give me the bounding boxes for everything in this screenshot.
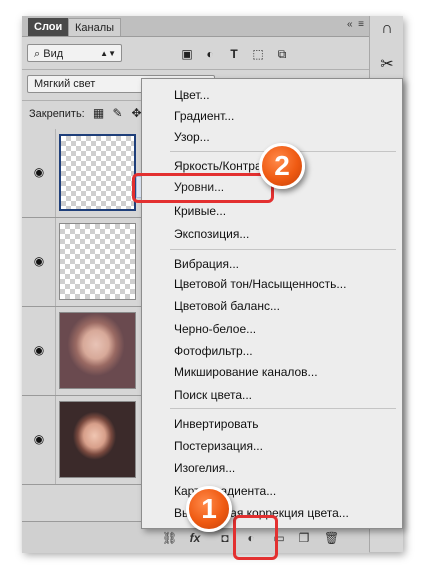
adjustment-button-callout-box <box>233 515 278 560</box>
menu-item-threshold[interactable]: Изогелия... <box>174 461 235 475</box>
panel-tabs: Слои Каналы « ≡ <box>22 16 369 37</box>
smart-object-filter-icon[interactable]: ⧉ <box>275 47 289 61</box>
filter-kind-label: Вид <box>43 48 64 60</box>
menu-item-color-lookup[interactable]: Поиск цвета... <box>174 388 252 402</box>
filter-kind-select[interactable]: ⌕ Вид ▲▼ <box>27 44 122 62</box>
menu-item-pattern[interactable]: Узор... <box>174 130 210 144</box>
trash-icon[interactable]: 🗑 <box>324 531 339 545</box>
layer-thumbnail-photo <box>59 401 136 478</box>
lock-paint-brush-icon[interactable]: ✎ <box>111 107 124 120</box>
levels-callout-box <box>132 173 274 203</box>
menu-item-curves[interactable]: Кривые... <box>174 204 226 218</box>
link-layers-icon[interactable]: ⛓ <box>162 531 177 545</box>
layer-mask-icon[interactable]: ◘ <box>218 531 232 545</box>
type-filter-icon[interactable]: T <box>227 47 241 61</box>
shape-filter-icon[interactable]: ⬚ <box>251 47 265 61</box>
tools-cross-icon[interactable]: ✂ <box>375 54 399 76</box>
tab-channels[interactable]: Каналы <box>68 18 122 36</box>
stepper-icon: ▲▼ <box>100 49 116 58</box>
menu-item-gradient[interactable]: Градиент... <box>174 109 234 123</box>
adjustment-filter-icon[interactable]: ◐ <box>203 47 217 61</box>
layer-thumbnail-photo <box>59 312 136 389</box>
menu-item-invert[interactable]: Инвертировать <box>174 417 259 431</box>
menu-item-posterize[interactable]: Постеризация... <box>174 439 263 453</box>
menu-item-photo-filter[interactable]: Фотофильтр... <box>174 344 253 358</box>
layer-thumbnail <box>59 134 136 211</box>
visibility-cell[interactable]: ◉ <box>22 129 56 217</box>
menu-item-color[interactable]: Цвет... <box>174 88 210 102</box>
menu-item-black-white[interactable]: Черно-белое... <box>174 322 256 336</box>
lock-transparency-icon[interactable]: ▦ <box>92 107 105 120</box>
tab-layers[interactable]: Слои <box>28 18 69 36</box>
eye-icon[interactable]: ◉ <box>32 166 46 178</box>
menu-item-exposure[interactable]: Экспозиция... <box>174 227 249 241</box>
visibility-cell[interactable]: ◉ <box>22 218 56 306</box>
visibility-cell[interactable]: ◉ <box>22 307 56 395</box>
visibility-cell[interactable]: ◉ <box>22 396 56 484</box>
search-icon: ⌕ <box>34 48 41 60</box>
layer-thumbnail <box>59 223 136 300</box>
eye-icon[interactable]: ◉ <box>32 255 46 267</box>
menu-separator <box>170 249 396 250</box>
new-layer-icon[interactable]: ❐ <box>297 531 311 545</box>
eye-icon[interactable]: ◉ <box>32 344 46 356</box>
fx-button[interactable]: fx <box>188 531 202 545</box>
eye-icon[interactable]: ◉ <box>32 433 46 445</box>
menu-item-channel-mixer[interactable]: Микширование каналов... <box>174 365 318 379</box>
menu-separator <box>170 408 396 409</box>
path-tool-icon[interactable]: ∩ <box>375 18 399 40</box>
lock-label: Закрепить: <box>29 108 85 120</box>
panel-menu-icon[interactable]: « ≡ <box>347 19 364 30</box>
menu-item-hue-saturation[interactable]: Цветовой тон/Насыщенность... <box>174 277 346 291</box>
menu-item-color-balance[interactable]: Цветовой баланс... <box>174 299 280 313</box>
step-two-badge: 2 <box>259 143 305 189</box>
menu-item-vibrance[interactable]: Вибрация... <box>174 257 239 271</box>
image-filter-icon[interactable]: ▣ <box>180 47 194 61</box>
step-one-badge: 1 <box>186 486 232 532</box>
